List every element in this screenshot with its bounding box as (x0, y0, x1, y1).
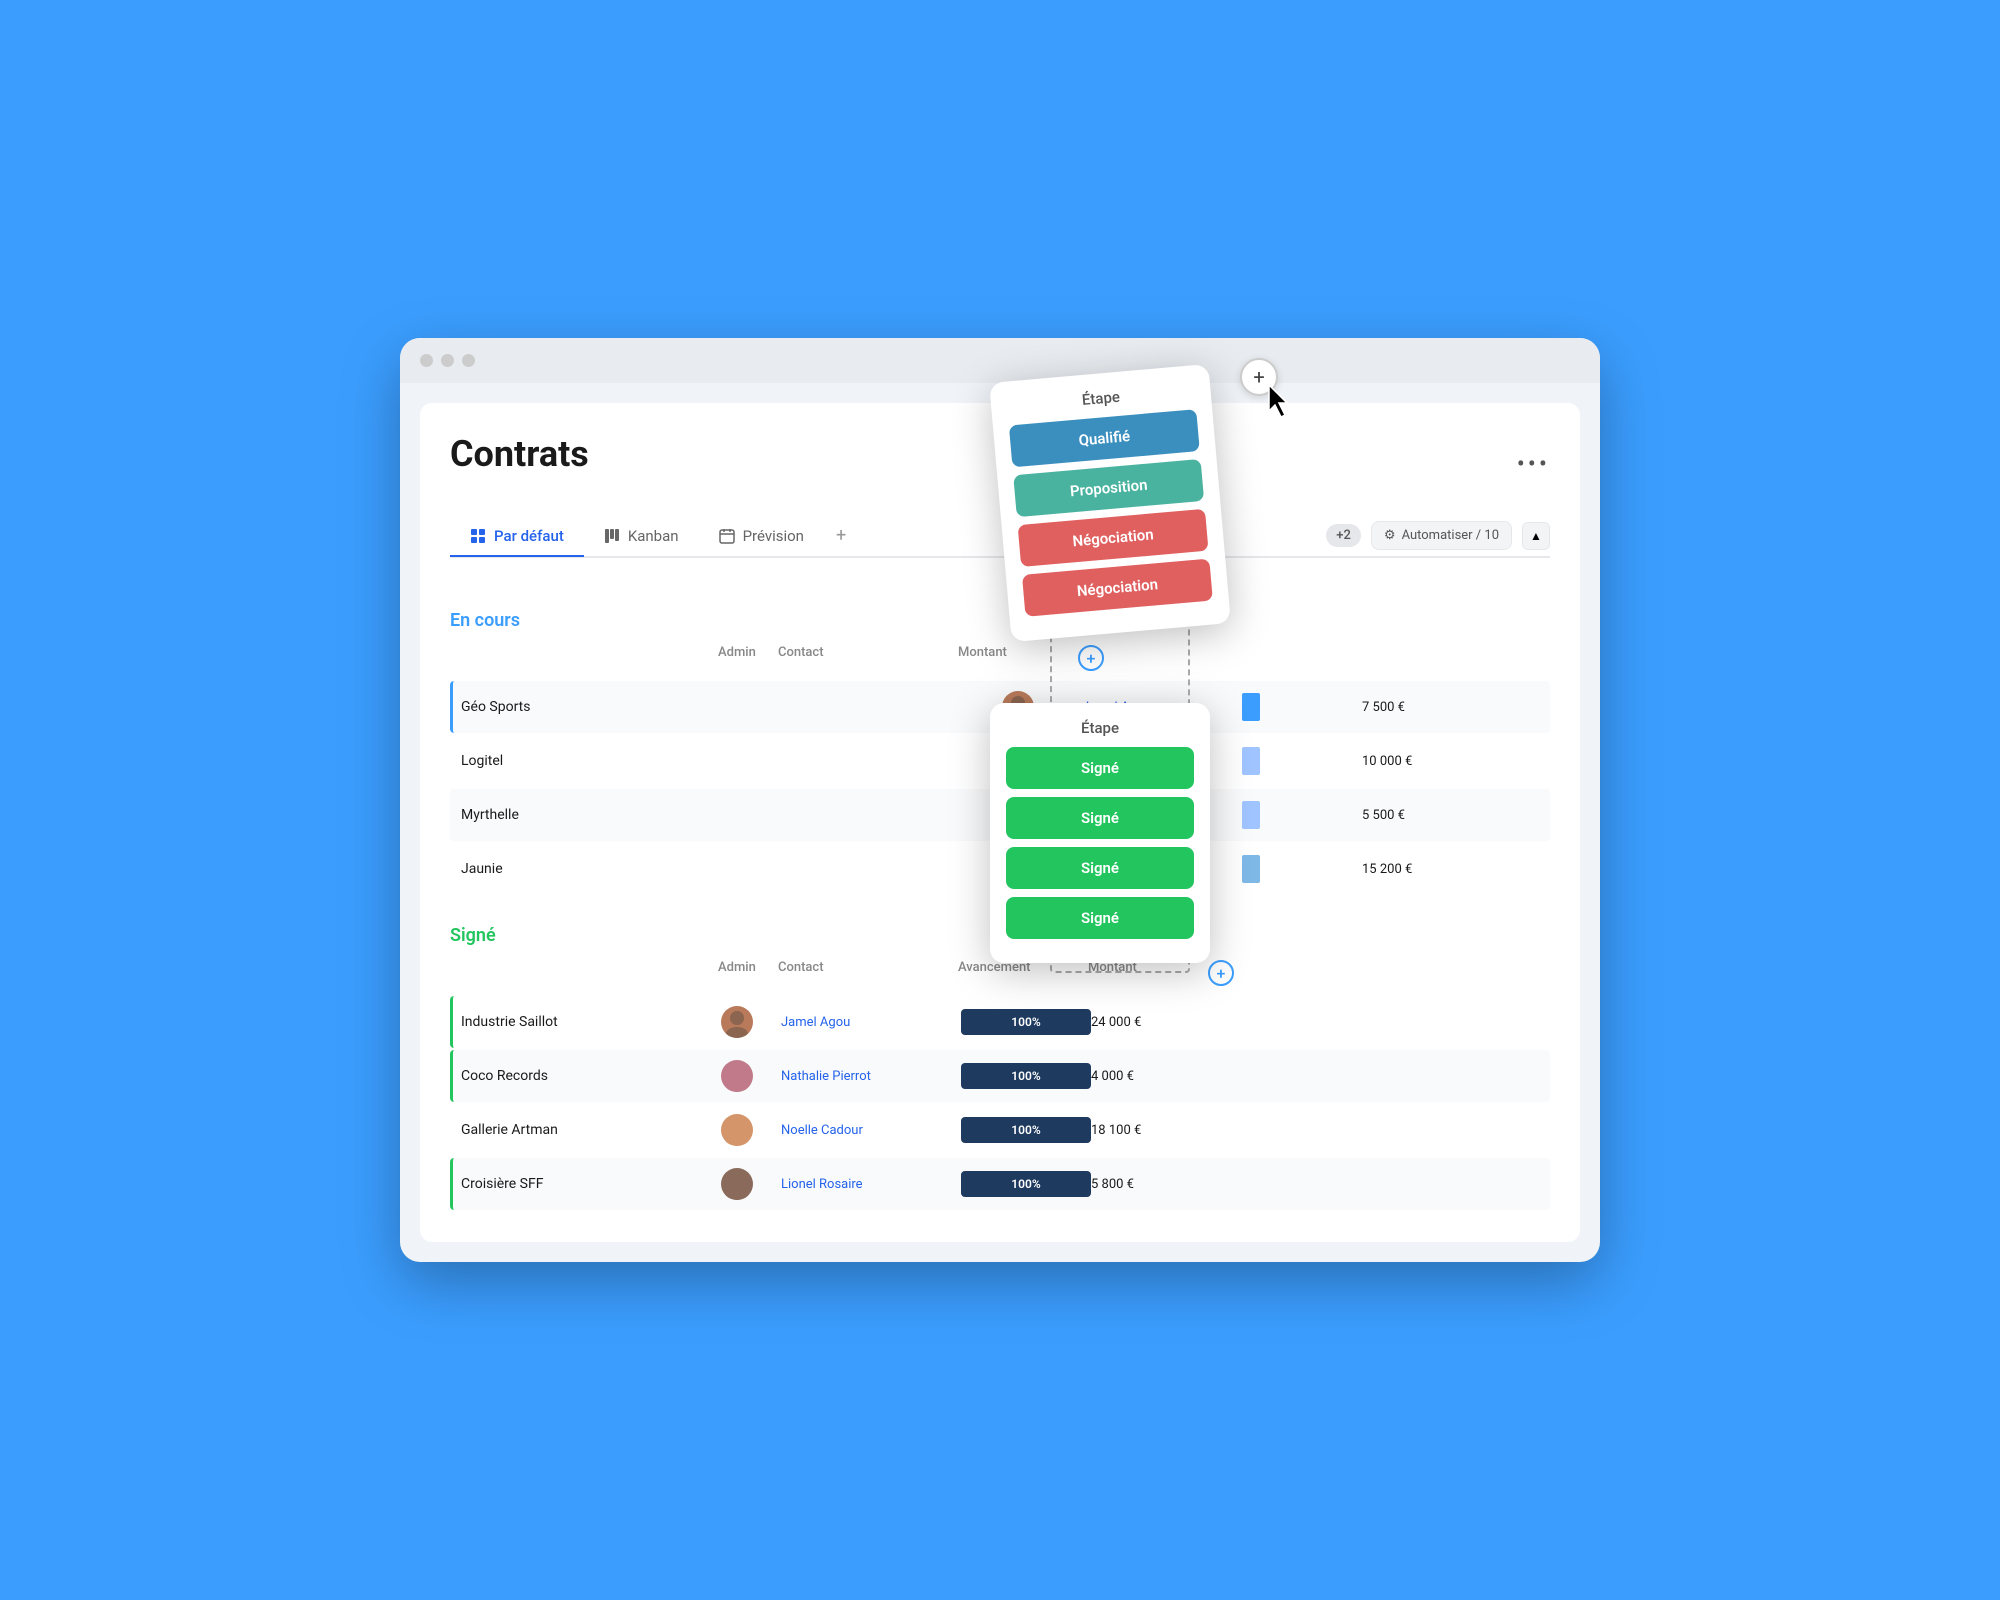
row-name-geo-sports: Géo Sports (461, 699, 1002, 715)
automate-icon: ⚙ (1384, 528, 1396, 543)
row-name-coco: Coco Records (461, 1068, 721, 1084)
etape-dropdown-bottom: Étape Signé Signé Signé Signé (990, 703, 1210, 963)
row-name-croisiere: Croisière SFF (461, 1176, 721, 1192)
tab-label-prevision: Prévision (743, 527, 804, 545)
outer-wrapper: Contrats ••• Par défaut (400, 338, 1600, 1262)
col-admin-s: Admin (718, 960, 778, 986)
automate-label: Automatiser / 10 (1402, 528, 1499, 543)
avatar-s3 (721, 1114, 753, 1146)
browser-dot-3 (462, 354, 475, 367)
browser-dot-1 (420, 354, 433, 367)
col-montant-signe: Montant (1088, 960, 1208, 986)
stage-bar-3 (1242, 801, 1260, 829)
add-signe-button[interactable]: + (1208, 960, 1234, 986)
avancement-1: 100% (961, 1009, 1091, 1035)
etape-option-negociation-1[interactable]: Négociation (1018, 509, 1209, 567)
row-name-saillot: Industrie Saillot (461, 1014, 721, 1030)
collapse-button[interactable]: ▲ (1522, 522, 1550, 550)
page-title: Contrats (450, 433, 589, 475)
automate-button[interactable]: ⚙ Automatiser / 10 (1371, 521, 1512, 550)
contact-nathalie-pierrot-2[interactable]: Nathalie Pierrot (781, 1069, 941, 1084)
col-avancement: Avancement (958, 960, 1088, 986)
montant-s4: 5 800 € (1091, 1177, 1211, 1192)
tab-add-button[interactable]: + (824, 515, 858, 556)
etape-top-title: Étape (1006, 381, 1195, 415)
browser-dot-2 (441, 354, 454, 367)
row-name-logitel: Logitel (461, 753, 1002, 769)
col-name (458, 645, 718, 671)
contact-jamel-agou-2[interactable]: Jamel Agou (781, 1015, 941, 1030)
col-contact: Contact (778, 645, 938, 671)
tab-label-kanban: Kanban (628, 527, 679, 545)
avatar-s1 (721, 1006, 753, 1038)
signe-row-4: Croisière SFF Lionel Rosaire 100% 5 800 … (450, 1158, 1550, 1210)
tab-par-defaut[interactable]: Par défaut (450, 517, 584, 555)
col-spacer (938, 645, 958, 671)
stage-bar-1 (1242, 693, 1260, 721)
etape-bottom-title: Étape (1006, 719, 1194, 737)
contact-noelle-cadour-2[interactable]: Noelle Cadour (781, 1123, 941, 1138)
tabs-bar: Par défaut Kanban (450, 515, 1550, 558)
montant-4: 15 200 € (1362, 862, 1502, 877)
plus-float-button[interactable]: + (1240, 358, 1278, 396)
collapse-icon: ▲ (1530, 529, 1542, 543)
montant-s2: 4 000 € (1091, 1069, 1211, 1084)
avatar-s4 (721, 1168, 753, 1200)
en-cours-title: En cours (450, 610, 520, 631)
etape-option-negociation-2[interactable]: Négociation (1022, 559, 1213, 617)
montant-3: 5 500 € (1362, 808, 1502, 823)
filter-badge[interactable]: +2 (1326, 524, 1361, 547)
signe-row-3: Gallerie Artman Noelle Cadour 100% 18 10… (450, 1104, 1550, 1156)
stage-bar-4 (1242, 855, 1260, 883)
col-name-s (458, 960, 718, 986)
etape-dropdown-top: Étape Qualifié Proposition Négociation N… (989, 364, 1231, 642)
en-cours-header: En cours (450, 610, 1550, 631)
calendar-icon (719, 528, 735, 544)
signe-row-1: Industrie Saillot Jamel Agou 100% 24 000… (450, 996, 1550, 1048)
montant-1: 7 500 € (1362, 700, 1502, 715)
avancement-2: 100% (961, 1063, 1091, 1089)
signe-row-2: Coco Records Nathalie Pierrot 100% 4 000… (450, 1050, 1550, 1102)
col-spacer-s (938, 960, 958, 986)
col-montant-encours: Montant (958, 645, 1078, 671)
tab-prevision[interactable]: Prévision (699, 517, 824, 555)
avatar-s2 (721, 1060, 753, 1092)
avancement-4: 100% (961, 1171, 1091, 1197)
montant-s1: 24 000 € (1091, 1015, 1211, 1030)
main-content: Contrats ••• Par défaut (420, 403, 1580, 1242)
row-name-myrthelle: Myrthelle (461, 807, 1002, 823)
avancement-3: 100% (961, 1117, 1091, 1143)
etape-option-signe-2[interactable]: Signé (1006, 797, 1194, 839)
tab-kanban[interactable]: Kanban (584, 517, 699, 555)
etape-option-signe-3[interactable]: Signé (1006, 847, 1194, 889)
more-options-button[interactable]: ••• (1517, 450, 1550, 478)
grid-icon (470, 528, 486, 544)
etape-option-signe-4[interactable]: Signé (1006, 897, 1194, 939)
montant-s3: 18 100 € (1091, 1123, 1211, 1138)
tab-label-par-defaut: Par défaut (494, 527, 564, 545)
row-name-jaunie: Jaunie (461, 861, 1002, 877)
montant-2: 10 000 € (1362, 754, 1502, 769)
etape-option-signe-1[interactable]: Signé (1006, 747, 1194, 789)
col-contact-s: Contact (778, 960, 938, 986)
add-en-cours-button[interactable]: + (1078, 645, 1104, 671)
row-name-gallerie: Gallerie Artman (461, 1122, 721, 1138)
signe-title: Signé (450, 925, 496, 946)
etape-option-qualifie[interactable]: Qualifié (1009, 409, 1200, 467)
stage-bar-2 (1242, 747, 1260, 775)
etape-option-proposition[interactable]: Proposition (1013, 459, 1204, 517)
browser-window: Contrats ••• Par défaut (400, 338, 1600, 1262)
col-admin: Admin (718, 645, 778, 671)
contact-lionel-rosaire-2[interactable]: Lionel Rosaire (781, 1177, 941, 1192)
kanban-icon (604, 528, 620, 544)
browser-titlebar (400, 338, 1600, 383)
